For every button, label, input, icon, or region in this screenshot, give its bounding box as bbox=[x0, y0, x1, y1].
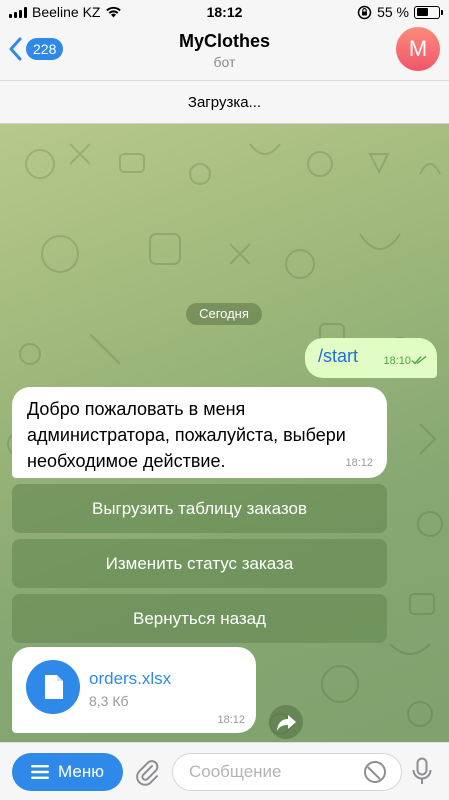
incoming-message-text: Добро пожаловать в меня администратора, … bbox=[27, 399, 346, 471]
orientation-lock-icon bbox=[357, 5, 372, 19]
loading-status: Загрузка... bbox=[0, 80, 449, 124]
file-icon[interactable] bbox=[26, 660, 80, 714]
menu-button[interactable]: Меню bbox=[12, 753, 123, 791]
avatar[interactable]: M bbox=[396, 27, 440, 71]
status-right: 55 % bbox=[357, 4, 443, 20]
date-separator: Сегодня bbox=[186, 303, 262, 325]
sticker-button[interactable] bbox=[363, 760, 387, 789]
battery-percent: 55 % bbox=[377, 4, 409, 20]
paperclip-icon bbox=[136, 760, 159, 786]
incoming-message-time: 18:12 bbox=[345, 457, 373, 469]
export-orders-button[interactable]: Выгрузить таблицу заказов bbox=[12, 484, 387, 533]
battery-fill bbox=[416, 8, 429, 16]
microphone-button[interactable] bbox=[411, 757, 433, 792]
chat-header: 228 MyClothes бот M bbox=[0, 26, 449, 80]
attach-button[interactable] bbox=[134, 757, 160, 792]
outgoing-message[interactable]: /start 18:10 bbox=[305, 338, 437, 378]
chat-area[interactable]: Сегодня /start 18:10 Добро пожаловать в … bbox=[0, 124, 449, 742]
file-message[interactable]: orders.xlsx 8,3 Кб 18:12 bbox=[12, 647, 256, 733]
battery-icon bbox=[414, 5, 443, 19]
chat-subtitle: бот bbox=[213, 54, 236, 70]
menu-icon bbox=[31, 765, 50, 779]
outgoing-message-time: 18:10 bbox=[383, 355, 411, 367]
read-ticks-icon bbox=[411, 355, 427, 365]
share-icon bbox=[277, 715, 296, 731]
change-order-status-button[interactable]: Изменить статус заказа bbox=[12, 539, 387, 588]
go-back-button[interactable]: Вернуться назад bbox=[12, 594, 387, 643]
file-message-time: 18:12 bbox=[217, 714, 245, 726]
incoming-message[interactable]: Добро пожаловать в меня администратора, … bbox=[12, 387, 387, 478]
share-button[interactable] bbox=[269, 705, 303, 739]
input-bar: Меню bbox=[0, 742, 449, 800]
file-name[interactable]: orders.xlsx bbox=[89, 669, 171, 689]
outgoing-message-text[interactable]: /start bbox=[318, 346, 358, 367]
status-bar: Beeline KZ 18:12 55 % bbox=[0, 0, 449, 26]
sticker-icon bbox=[364, 761, 386, 783]
menu-button-label: Меню bbox=[58, 762, 104, 781]
file-size: 8,3 Кб bbox=[89, 693, 129, 709]
chat-title[interactable]: MyClothes bbox=[0, 31, 449, 52]
microphone-icon bbox=[412, 757, 432, 784]
